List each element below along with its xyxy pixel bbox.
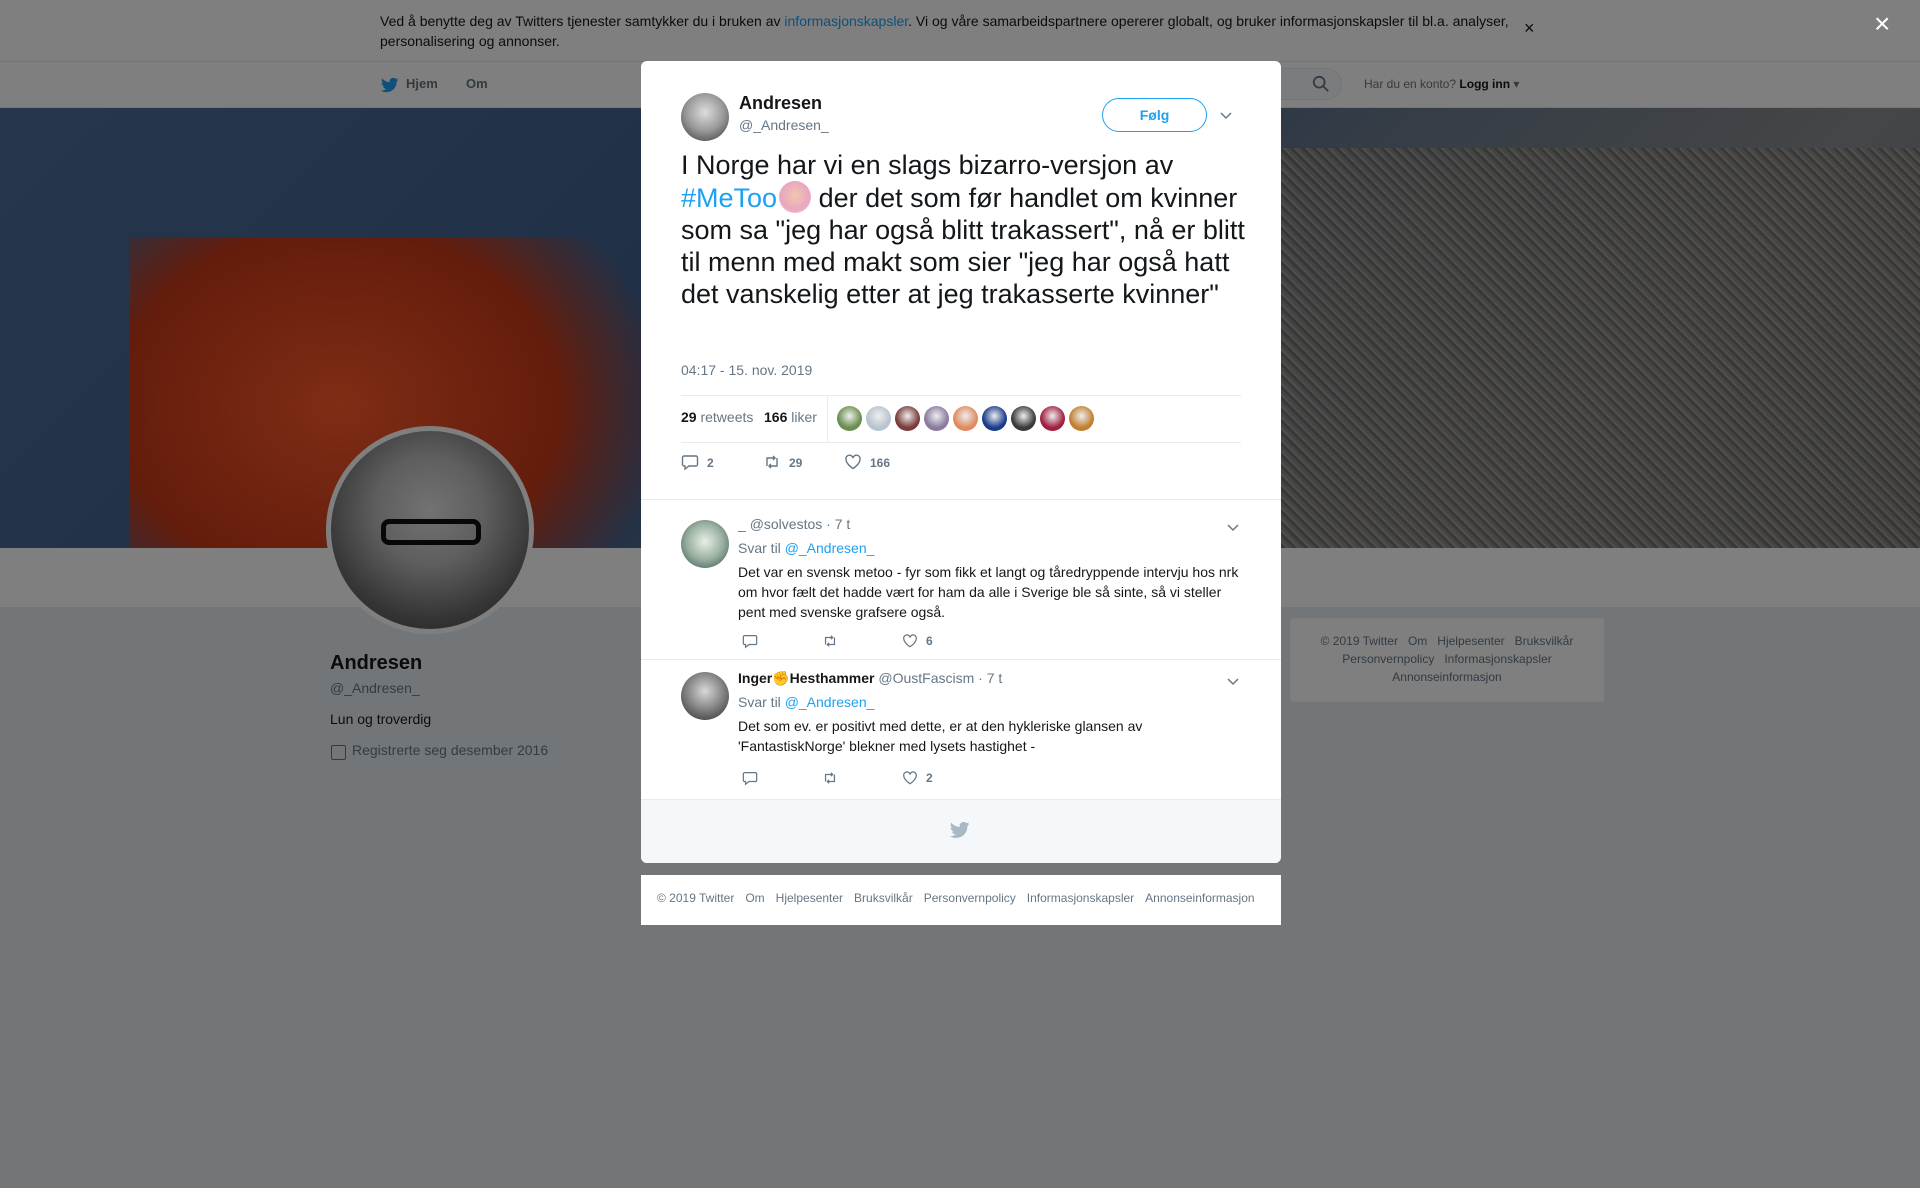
heart-icon [903, 634, 917, 648]
reply-header: Inger✊Hesthammer @OustFascism · 7 t [738, 670, 1002, 687]
footer-privacy[interactable]: Personvernpolicy [924, 891, 1016, 905]
reply-name[interactable]: Inger✊Hesthammer [738, 670, 874, 686]
liker-avatar[interactable] [982, 406, 1007, 431]
reply-text: Det var en svensk metoo - fyr som fikk e… [738, 564, 1239, 620]
footer-ads[interactable]: Annonseinformasjon [1145, 891, 1254, 905]
retweets-count: 29 [681, 409, 697, 425]
like-count: 6 [926, 634, 933, 648]
reply-button[interactable]: 2 [681, 453, 714, 471]
liker-avatar[interactable] [1011, 406, 1036, 431]
tweet-author-avatar[interactable] [681, 93, 729, 141]
liker-avatars [837, 406, 1098, 432]
tweet-author-name[interactable]: Andresen [739, 93, 822, 114]
tweet-author-handle[interactable]: @_Andresen_ [739, 117, 829, 133]
tweet-text: I Norge har vi en slags bizarro-versjon … [681, 149, 1251, 310]
liker-avatar[interactable] [895, 406, 920, 431]
like-button[interactable]: 166 [844, 453, 890, 471]
close-icon[interactable]: × [1874, 10, 1890, 38]
likes-label: liker [791, 409, 817, 425]
reply-tweet[interactable]: Inger✊Hesthammer @OustFascism · 7 t Svar… [641, 659, 1281, 799]
retweet-button[interactable]: 29 [763, 453, 802, 471]
follow-button[interactable]: Følg [1102, 98, 1207, 132]
reply-to: Svar til @_Andresen_ [738, 694, 874, 710]
liker-avatar[interactable] [1040, 406, 1065, 431]
like-count: 166 [870, 456, 891, 470]
tweet-stats: 29 retweets 166 liker [681, 395, 1241, 443]
retweet-count: 29 [789, 456, 803, 470]
modal-footer-bar [641, 799, 1281, 863]
tweet-timestamp[interactable]: 04:17 - 15. nov. 2019 [681, 362, 812, 378]
chevron-down-icon[interactable] [1219, 108, 1233, 122]
reply-to-label: Svar til [738, 540, 781, 556]
chevron-down-icon[interactable] [1226, 520, 1240, 534]
reply-handle[interactable]: @OustFascism [878, 670, 974, 686]
reply-avatar[interactable] [681, 672, 729, 720]
liker-avatar[interactable] [953, 406, 978, 431]
reply-icon [681, 455, 699, 471]
reply-handle[interactable]: @solvestos [750, 516, 823, 532]
hashtag-link[interactable]: #MeToo [681, 183, 777, 213]
retweet-icon [766, 455, 778, 469]
reply-time[interactable]: · 7 t [826, 516, 850, 532]
reply-button[interactable] [742, 770, 766, 786]
like-count: 2 [926, 771, 933, 785]
liker-avatar[interactable] [837, 406, 862, 431]
liker-avatar[interactable] [924, 406, 949, 431]
footer-help[interactable]: Hjelpesenter [776, 891, 843, 905]
reply-avatar[interactable] [681, 520, 729, 568]
reply-to-link[interactable]: @_Andresen_ [785, 540, 875, 556]
reply-to-label: Svar til [738, 694, 781, 710]
reply-count: 2 [707, 456, 714, 470]
retweet-icon [824, 635, 836, 647]
reply-time[interactable]: · 7 t [978, 670, 1002, 686]
metoo-emoji-icon [779, 181, 812, 213]
reply-header: _ @solvestos · 7 t [738, 516, 850, 532]
retweets-stat[interactable]: 29 retweets [681, 409, 753, 425]
footer-cookies[interactable]: Informasjonskapsler [1027, 891, 1134, 905]
retweets-label: retweets [700, 409, 754, 425]
modal-footer-links: © 2019 Twitter Om Hjelpesenter Bruksvilkår P… [641, 875, 1281, 925]
like-button[interactable]: 6 [902, 633, 933, 649]
footer-about[interactable]: Om [745, 891, 764, 905]
reply-button[interactable] [742, 633, 766, 649]
reply-text: Det som ev. er positivt med dette, er at… [738, 718, 1143, 754]
twitter-bird-icon [949, 821, 970, 838]
like-button[interactable]: 2 [902, 770, 933, 786]
retweet-icon [824, 772, 836, 784]
reply-name[interactable]: _ [738, 516, 746, 532]
reply-to: Svar til @_Andresen_ [738, 540, 874, 556]
liker-avatar[interactable] [866, 406, 891, 431]
retweet-button[interactable] [822, 633, 846, 649]
heart-icon [845, 454, 861, 470]
retweet-button[interactable] [822, 770, 846, 786]
reply-icon [742, 635, 758, 649]
chevron-down-icon[interactable] [1226, 674, 1240, 688]
tweet-text-part1: I Norge har vi en slags bizarro-versjon … [681, 150, 1174, 180]
stats-divider [827, 396, 828, 442]
liker-avatar[interactable] [1069, 406, 1094, 431]
heart-icon [903, 771, 917, 785]
footer-copyright: © 2019 Twitter [657, 891, 735, 905]
footer-terms[interactable]: Bruksvilkår [854, 891, 913, 905]
tweet-modal: Andresen @_Andresen_ Følg I Norge har vi… [641, 61, 1281, 863]
reply-to-link[interactable]: @_Andresen_ [785, 694, 875, 710]
likes-stat[interactable]: 166 liker [764, 409, 817, 425]
likes-count: 166 [764, 409, 788, 425]
reply-tweet[interactable]: _ @solvestos · 7 t Svar til @_Andresen_ … [641, 499, 1281, 659]
reply-icon [742, 772, 758, 786]
